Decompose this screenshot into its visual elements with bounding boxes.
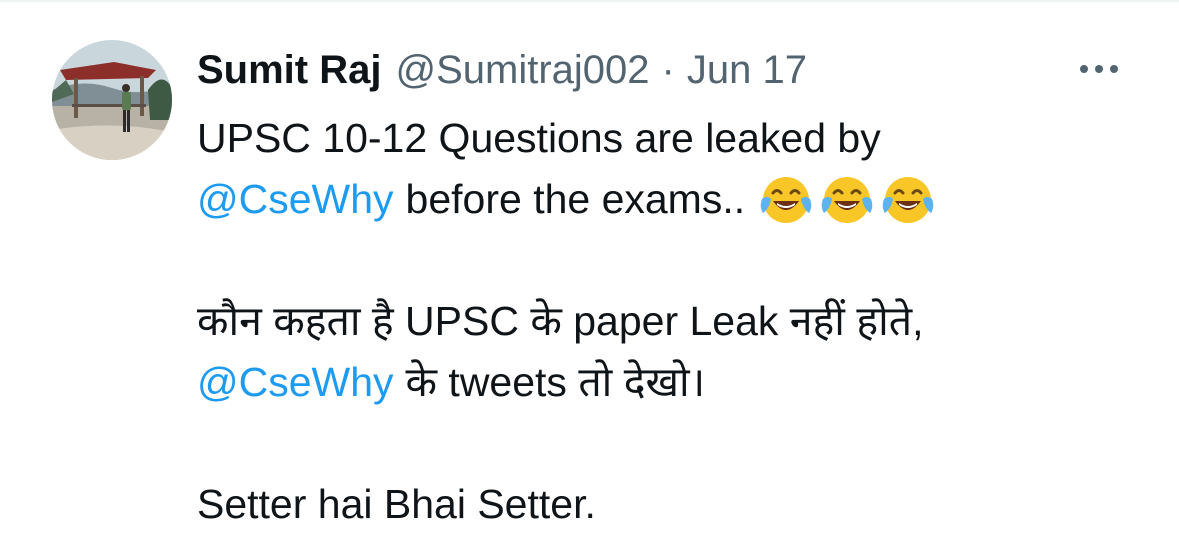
emoji-group (759, 173, 935, 227)
mention-link[interactable]: @CseWhy (197, 352, 394, 413)
tweet-body: UPSC 10-12 Questions are leaked by @CseW… (197, 108, 1157, 535)
tweet-header: Sumit Raj @Sumitraj002 · Jun 17 (197, 44, 807, 96)
tweet-text: before the exams.. (405, 176, 746, 222)
more-options-button[interactable] (1072, 52, 1126, 86)
mention-link[interactable]: @CseWhy (197, 169, 394, 230)
user-handle[interactable]: @Sumitraj002 (395, 44, 649, 96)
face-with-tears-of-joy-icon (760, 176, 812, 223)
tweet-line-4: कौन कहता है UPSC के paper Leak नहीं होते… (197, 291, 1157, 352)
tweet-line-5: @CseWhy के tweets तो देखो। (197, 352, 1157, 413)
tweet-card[interactable]: Sumit Raj @Sumitraj002 · Jun 17 UPSC 10-… (0, 0, 1179, 543)
display-name[interactable]: Sumit Raj (197, 44, 381, 96)
face-with-tears-of-joy-icon (882, 176, 934, 223)
tweet-date[interactable]: Jun 17 (687, 44, 807, 96)
profile-photo-icon (52, 40, 172, 160)
tweet-text: के tweets तो देखो। (405, 359, 706, 405)
tweet-text: कौन कहता है UPSC के paper Leak नहीं होते… (197, 298, 924, 344)
tweet-text: Setter hai Bhai Setter. (197, 481, 596, 527)
tweet-text: UPSC 10-12 Questions are leaked by (197, 115, 881, 161)
face-with-tears-of-joy-icon (821, 176, 873, 223)
header-separator: · (661, 48, 675, 92)
tweet-line-1: UPSC 10-12 Questions are leaked by (197, 108, 1157, 169)
tweet-line-7: Setter hai Bhai Setter. (197, 474, 1157, 535)
more-horizontal-icon (1080, 65, 1118, 73)
avatar[interactable] (52, 40, 172, 160)
tweet-line-2: @CseWhy before the exams.. (197, 169, 1157, 230)
